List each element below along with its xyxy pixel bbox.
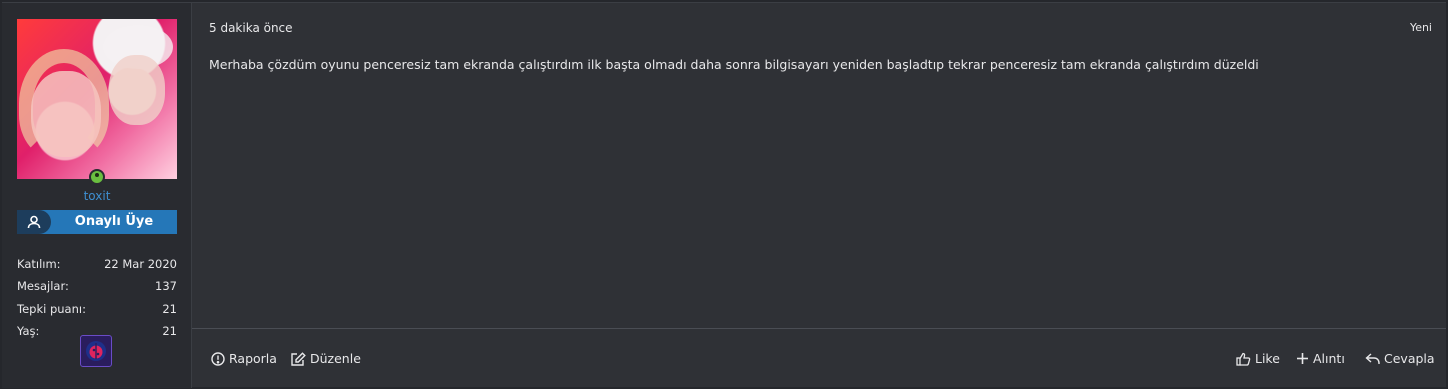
edit-icon: [290, 351, 306, 366]
user-icon: [17, 210, 51, 234]
message-body: Merhaba çözdüm oyunu penceresiz tam ekra…: [209, 57, 1259, 72]
reply-button[interactable]: Cevapla: [1365, 351, 1435, 366]
edit-button[interactable]: Düzenle: [290, 351, 361, 366]
user-title-badge: Onaylı Üye: [17, 210, 177, 234]
edit-label: Düzenle: [310, 351, 361, 366]
trophy-icon[interactable]: [80, 335, 112, 367]
reply-label: Cevapla: [1384, 351, 1435, 366]
post-actions: Raporla Düzenle Like Alıntı Cevapla: [192, 328, 1446, 389]
stat-value[interactable]: 137: [155, 277, 177, 300]
info-circle-icon: [211, 351, 225, 366]
username[interactable]: toxit: [2, 189, 192, 203]
post: toxit Onaylı Üye Katılım: 22 Mar 2020 Me…: [2, 2, 1446, 388]
stat-label: Tepki puanı:: [17, 301, 86, 316]
badge-label: Onaylı Üye: [74, 214, 154, 229]
report-button[interactable]: Raporla: [211, 351, 277, 366]
quote-label: Alıntı: [1313, 351, 1345, 366]
post-content: 5 dakika önce Yeni Merhaba çözdüm oyunu …: [192, 3, 1446, 388]
stat-label: Yaş:: [17, 324, 40, 338]
stat-row: Mesajlar: 137: [17, 277, 177, 300]
stat-label: Katılım:: [17, 256, 61, 271]
stat-value: 21: [162, 301, 177, 316]
stat-label: Mesajlar:: [17, 279, 69, 293]
new-badge: Yeni: [1409, 21, 1432, 34]
avatar[interactable]: [17, 19, 177, 179]
user-sidebar: toxit Onaylı Üye Katılım: 22 Mar 2020 Me…: [2, 3, 192, 388]
user-stats: Katılım: 22 Mar 2020 Mesajlar: 137 Tepki…: [17, 255, 177, 345]
plus-icon: [1296, 352, 1309, 365]
quote-button[interactable]: Alıntı: [1296, 351, 1345, 366]
report-label: Raporla: [229, 351, 277, 366]
stat-value: 21: [162, 324, 177, 338]
thumbs-up-icon: [1236, 352, 1251, 366]
post-timestamp[interactable]: 5 dakika önce: [209, 21, 293, 35]
like-button[interactable]: Like: [1236, 351, 1280, 366]
stat-row: Tepki puanı: 21: [17, 300, 177, 323]
stat-value: 22 Mar 2020: [104, 256, 177, 271]
reply-icon: [1365, 352, 1380, 366]
like-label: Like: [1255, 351, 1280, 366]
online-status-icon: [89, 169, 105, 185]
stat-row: Katılım: 22 Mar 2020: [17, 255, 177, 278]
